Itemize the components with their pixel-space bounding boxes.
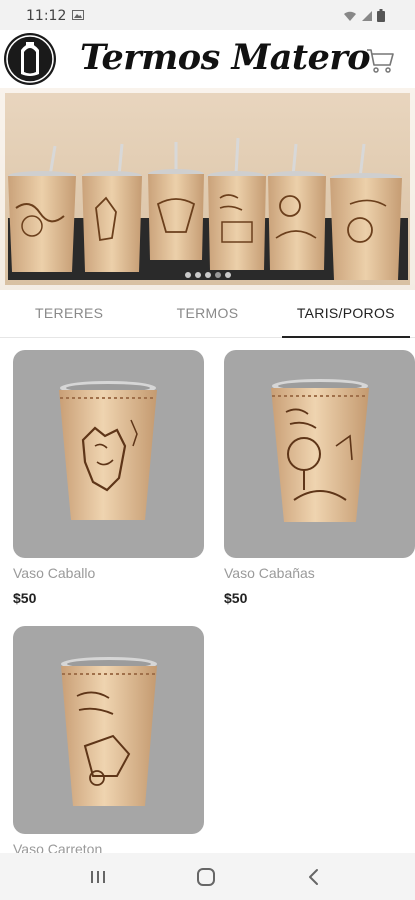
- banner-image: [0, 88, 415, 290]
- product-card[interactable]: Vaso Carreton: [13, 626, 204, 853]
- carousel-dot-active[interactable]: [214, 272, 221, 278]
- tab-tereres[interactable]: TERERES: [0, 290, 138, 337]
- product-price: $50: [224, 590, 248, 606]
- battery-icon: [377, 9, 385, 22]
- system-nav-bar: [0, 853, 415, 900]
- back-icon[interactable]: [302, 865, 326, 889]
- image-icon: [72, 10, 84, 20]
- carousel-dot[interactable]: [184, 272, 191, 278]
- status-bar: 11:12: [0, 0, 415, 30]
- carousel-dot[interactable]: [204, 272, 211, 278]
- product-image[interactable]: [13, 350, 204, 558]
- product-card[interactable]: Vaso Cabañas $50: [224, 350, 415, 606]
- tab-taris-poros[interactable]: TARIS/POROS: [277, 290, 415, 338]
- category-tabs: TERERES TERMOS TARIS/POROS: [0, 290, 415, 338]
- product-price: $50: [13, 590, 37, 606]
- recents-icon[interactable]: [86, 865, 110, 889]
- carousel-dot[interactable]: [194, 272, 201, 278]
- banner-carousel[interactable]: [0, 88, 415, 290]
- thermos-logo: [4, 33, 56, 85]
- product-name[interactable]: Vaso Caballo: [13, 565, 204, 581]
- carousel-dot[interactable]: [224, 272, 231, 278]
- brand-title: Termos Matero: [80, 37, 371, 78]
- product-name[interactable]: Vaso Cabañas: [224, 565, 415, 581]
- tab-termos[interactable]: TERMOS: [138, 290, 276, 337]
- cart-icon[interactable]: [365, 45, 395, 75]
- product-image[interactable]: [13, 626, 204, 834]
- wifi-icon: [344, 11, 356, 21]
- signal-icon: [362, 10, 372, 21]
- carousel-indicators: [0, 272, 415, 278]
- product-card[interactable]: Vaso Caballo $50: [13, 350, 204, 606]
- status-icons: [343, 9, 385, 22]
- home-icon[interactable]: [194, 865, 218, 889]
- product-name[interactable]: Vaso Carreton: [13, 841, 204, 853]
- product-image[interactable]: [224, 350, 415, 558]
- product-grid: Vaso Caballo $50 Vaso Cabañas $50 Vaso C…: [0, 338, 415, 853]
- app-header: Termos Matero: [0, 30, 415, 88]
- status-time: 11:12: [26, 8, 67, 24]
